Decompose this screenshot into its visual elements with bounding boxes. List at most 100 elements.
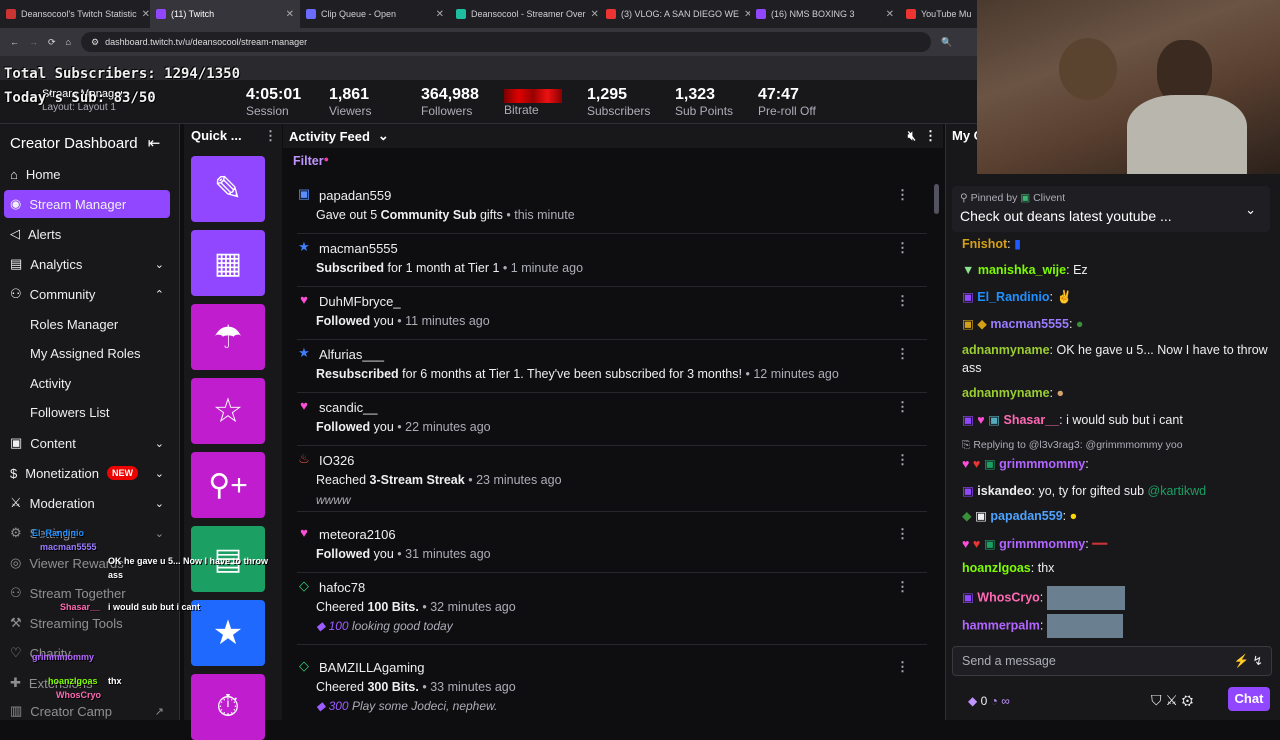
- emote-picker-icon[interactable]: ⚡ ↯: [1233, 653, 1263, 669]
- activity-user[interactable]: meteora2106: [319, 527, 396, 542]
- browser-tab-active[interactable]: (11) Twitch ✕: [150, 0, 300, 28]
- mute-icon[interactable]: 🔇︎: [908, 128, 916, 144]
- sidebar-item-followers-list[interactable]: Followers List: [4, 398, 170, 426]
- mention[interactable]: @kartikwd: [1148, 484, 1207, 498]
- chat-username[interactable]: grimmmommy: [999, 457, 1085, 471]
- chat-username[interactable]: Fnishot: [962, 237, 1007, 251]
- stat-sub-points[interactable]: 1,323 Sub Points: [675, 86, 733, 118]
- sidebar-item-moderation[interactable]: ⚔ Moderation ⌄: [4, 489, 170, 517]
- sidebar-item-monetization[interactable]: $ Monetization NEW ⌄: [4, 459, 170, 487]
- stat-followers[interactable]: 364,988 Followers: [421, 86, 479, 118]
- chat-username[interactable]: adnanmyname: [962, 386, 1050, 400]
- shield-icon[interactable]: ⛉: [1151, 692, 1162, 708]
- chat-username[interactable]: Shasar__: [1004, 413, 1060, 427]
- reply-context[interactable]: ⎘ Replying to @l3v3rag3: @grimmmommy yoo: [962, 439, 1183, 452]
- reload-icon[interactable]: ⟳: [48, 37, 56, 48]
- activity-user[interactable]: IO326: [319, 453, 354, 468]
- more-options-icon[interactable]: ⋮: [924, 128, 937, 144]
- stat-bitrate[interactable]: Bitrate: [504, 86, 562, 117]
- chat-username[interactable]: manishka_wije: [978, 263, 1066, 277]
- activity-item[interactable]: ★ Alfurias___ Resubscribed for 6 months at…: [297, 340, 927, 393]
- browser-tab[interactable]: Deansocool's Twitch Statistic ✕: [0, 0, 150, 28]
- filter-button[interactable]: Filter●: [293, 154, 329, 168]
- home-icon[interactable]: ⌂: [66, 37, 71, 47]
- chat-username[interactable]: papadan559: [990, 509, 1062, 523]
- zoom-icon[interactable]: 🔍: [941, 37, 952, 48]
- more-options-icon[interactable]: ⋮: [896, 399, 909, 415]
- site-info-icon[interactable]: ⚙: [91, 37, 99, 48]
- activity-item[interactable]: ♥ DuhMFbryce_ Followed you • 11 minutes ag…: [297, 287, 927, 340]
- edit-stream-info-button[interactable]: ✎: [191, 156, 265, 222]
- sidebar-item-activity[interactable]: Activity: [4, 369, 170, 397]
- more-options-icon[interactable]: ⋮: [264, 128, 277, 144]
- close-icon[interactable]: ✕: [591, 9, 599, 20]
- stat-preroll[interactable]: 47:47 Pre-roll Off: [758, 86, 816, 118]
- chevron-down-icon[interactable]: ⌄: [378, 128, 389, 144]
- activity-item[interactable]: ♥ meteora2106 Followed you • 31 minutes ag…: [297, 520, 927, 573]
- sidebar-item-stream-manager[interactable]: ◉ Stream Manager: [4, 190, 170, 218]
- close-icon[interactable]: ✕: [286, 9, 294, 20]
- close-icon[interactable]: ✕: [886, 9, 894, 20]
- activity-item[interactable]: ◇ hafoc78 Cheered 100 Bits. • 32 minutes a…: [297, 573, 927, 645]
- pinned-message[interactable]: ⚲ Pinned by ▣ Clivent Check out deans la…: [952, 186, 1270, 232]
- activity-item[interactable]: ★ macman5555 Subscribed for 1 month at Tie…: [297, 234, 927, 287]
- chat-username[interactable]: WhosCryo: [977, 590, 1040, 604]
- activity-item[interactable]: ▣ papadan559 Gave out 5 Community Sub gift…: [297, 181, 927, 234]
- close-icon[interactable]: ✕: [142, 9, 150, 20]
- more-options-icon[interactable]: ⋮: [896, 346, 909, 362]
- sidebar-item-alerts[interactable]: ◁ Alerts: [4, 220, 170, 248]
- activity-user[interactable]: BAMZILLAgaming: [319, 660, 425, 675]
- chat-username[interactable]: hammerpalm: [962, 618, 1040, 632]
- gear-icon[interactable]: ⚙: [1182, 692, 1193, 708]
- collapse-icon[interactable]: ⇤: [148, 135, 161, 152]
- sidebar-item-community[interactable]: ⚇ Community ⌃: [4, 280, 170, 308]
- sidebar-item-roles-manager[interactable]: Roles Manager: [4, 310, 170, 338]
- channel-points[interactable]: ◆ 0 ◔ ∞: [968, 694, 1010, 708]
- forward-icon[interactable]: →: [29, 37, 38, 47]
- sidebar-item-my-assigned-roles[interactable]: My Assigned Roles: [4, 339, 170, 367]
- activity-item[interactable]: ◇ BAMZILLAgaming Cheered 300 Bits. • 33 mi…: [297, 653, 927, 719]
- sidebar-item-home[interactable]: ⌂ Home: [4, 160, 170, 188]
- stat-viewers[interactable]: 1,861 Viewers: [329, 86, 371, 118]
- activity-user[interactable]: DuhMFbryce_: [319, 294, 401, 309]
- activity-user[interactable]: papadan559: [319, 188, 391, 203]
- browser-tab[interactable]: Clip Queue - Open ✕: [300, 0, 450, 28]
- back-icon[interactable]: ←: [10, 37, 19, 47]
- activity-item[interactable]: ♥ scandic__ Followed you • 22 minutes ago ⋮: [297, 393, 927, 446]
- more-options-icon[interactable]: ⋮: [896, 452, 909, 468]
- more-options-icon[interactable]: ⋮: [896, 659, 909, 675]
- create-clip-button[interactable]: ▦: [191, 230, 265, 296]
- browser-tab[interactable]: Deansocool - Streamer Over ✕: [450, 0, 600, 28]
- chat-username[interactable]: grimmmommy: [999, 537, 1085, 551]
- stat-subscribers[interactable]: 1,295 Subscribers: [587, 86, 650, 118]
- chat-username[interactable]: hoanzlgoas: [962, 561, 1031, 575]
- chat-username[interactable]: adnanmyname: [962, 343, 1050, 357]
- chevron-down-icon[interactable]: ⌄: [1245, 202, 1256, 218]
- chat-username[interactable]: macman5555: [990, 317, 1069, 331]
- activity-user[interactable]: macman5555: [319, 241, 398, 256]
- chat-send-button[interactable]: Chat: [1228, 687, 1270, 711]
- close-icon[interactable]: ✕: [436, 9, 444, 20]
- sidebar-item-analytics[interactable]: ▤ Analytics ⌄: [4, 250, 170, 278]
- chat-username[interactable]: iskandeo: [977, 484, 1031, 498]
- sword-icon[interactable]: ⚔: [1165, 692, 1178, 708]
- browser-tab[interactable]: (3) VLOG: A SAN DIEGO WE ✕: [600, 0, 750, 28]
- more-options-icon[interactable]: ⋮: [896, 240, 909, 256]
- raid-button[interactable]: ☂: [191, 304, 265, 370]
- browser-tab[interactable]: (16) NMS BOXING 3 ✕: [750, 0, 900, 28]
- activity-feed-title[interactable]: Activity Feed: [289, 129, 370, 144]
- add-moderator-button[interactable]: ⚲+: [191, 452, 265, 518]
- chat-username[interactable]: El_Randinio: [977, 290, 1049, 304]
- url-field[interactable]: ⚙ dashboard.twitch.tv/u/deansocool/stream…: [80, 32, 931, 52]
- activity-item[interactable]: ♨ IO326 Reached 3-Stream Streak • 23 minut…: [297, 446, 927, 512]
- more-options-icon[interactable]: ⋮: [896, 293, 909, 309]
- highlight-button[interactable]: ☆: [191, 378, 265, 444]
- activity-user[interactable]: scandic__: [319, 400, 378, 415]
- sidebar-item-content[interactable]: ▣ Content ⌄: [4, 429, 170, 457]
- feed-scrollbar[interactable]: [934, 184, 939, 214]
- activity-user[interactable]: hafoc78: [319, 580, 365, 595]
- more-options-icon[interactable]: ⋮: [896, 187, 909, 203]
- chat-input[interactable]: Send a message ⚡ ↯: [952, 646, 1272, 676]
- activity-user[interactable]: Alfurias___: [319, 347, 384, 362]
- more-options-icon[interactable]: ⋮: [896, 579, 909, 595]
